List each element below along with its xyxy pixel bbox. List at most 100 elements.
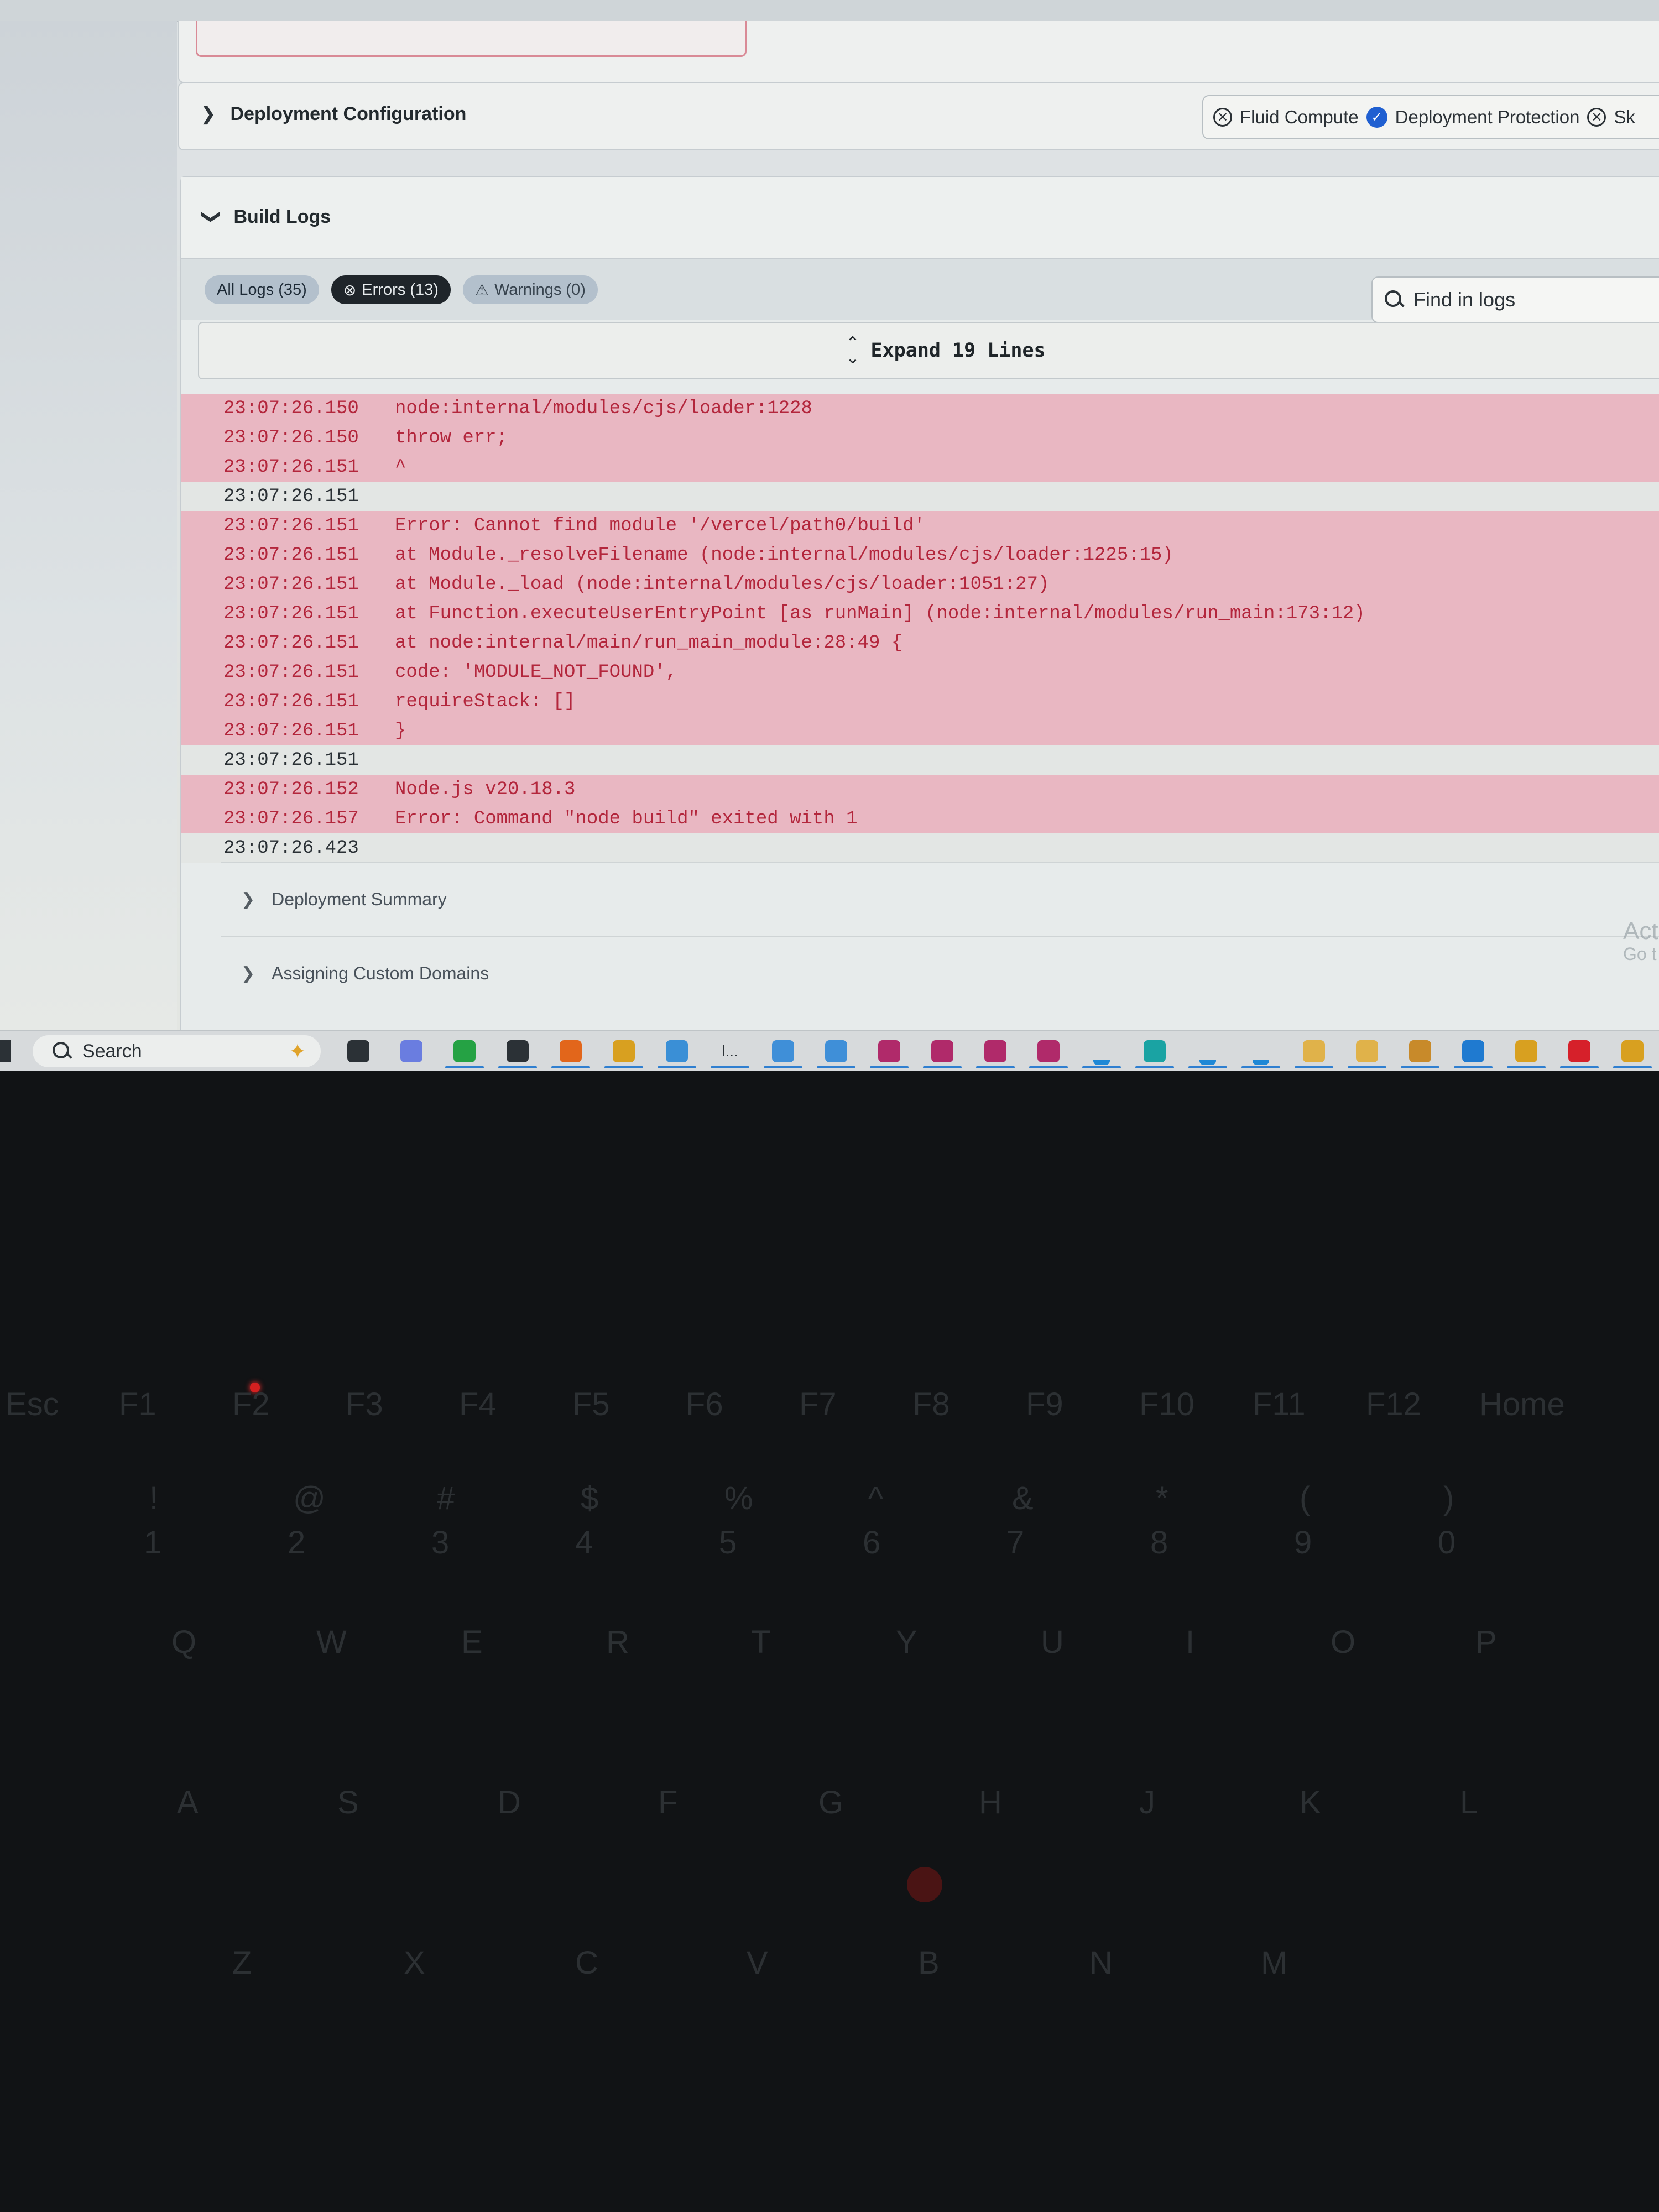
build-logs-title: Build Logs (233, 206, 331, 227)
log-timestamp: 23:07:26.151 (223, 544, 359, 566)
notepad-icon[interactable] (810, 1032, 863, 1071)
filter-errors-label: Errors (13) (362, 280, 439, 299)
chip-sk[interactable]: ✕ Sk (1587, 107, 1635, 128)
chrome-profile-icon[interactable] (650, 1032, 703, 1071)
key-k4: 5 (719, 1525, 737, 1561)
log-line: 23:07:26.151 (181, 745, 1659, 775)
chip-deployment-protection[interactable]: ✓ Deployment Protection (1366, 107, 1580, 128)
key-k1: X (404, 1945, 425, 1981)
key-k6: 7 (1006, 1525, 1025, 1561)
key-f12: F12 (1366, 1386, 1421, 1422)
assigning-custom-domains-title: Assigning Custom Domains (272, 963, 489, 983)
key-f11: F11 (1253, 1386, 1306, 1422)
chrome-icon[interactable] (597, 1032, 650, 1071)
log-message: throw err; (395, 427, 508, 448)
key-f10: F10 (1139, 1386, 1194, 1422)
key-k8: O (1331, 1624, 1356, 1660)
task-view-icon[interactable] (332, 1032, 385, 1071)
log-message: Node.js v20.18.3 (395, 779, 576, 800)
log-message: at node:internal/main/run_main_module:28… (395, 632, 903, 654)
key-k8: L (1460, 1785, 1478, 1820)
log-line: 23:07:26.151 at Module._resolveFilename (… (181, 540, 1659, 570)
log-timestamp: 23:07:26.151 (223, 456, 359, 478)
winrar-icon[interactable] (969, 1032, 1022, 1071)
whatsapp-icon[interactable] (438, 1032, 491, 1071)
notepad-icon[interactable] (757, 1032, 810, 1071)
key-k6: & (1012, 1480, 1034, 1516)
filter-all-logs[interactable]: All Logs (35) (205, 275, 319, 304)
warning-triangle-icon: ⚠ (474, 280, 489, 299)
windows-start-icon[interactable] (0, 1040, 11, 1062)
log-line: 23:07:26.151 at node:internal/main/run_ma… (181, 628, 1659, 658)
key-f4: F4 (459, 1386, 497, 1422)
vscode-icon[interactable] (1447, 1032, 1500, 1071)
key-f2: F2 (232, 1386, 270, 1422)
chip-label: Deployment Protection (1395, 107, 1580, 127)
download-icon[interactable] (1234, 1032, 1287, 1071)
key-k5: ^ (868, 1480, 884, 1516)
chip-label: Sk (1614, 107, 1635, 127)
key-f6: F6 (686, 1386, 723, 1422)
watermark-line-2: Go t (1623, 944, 1657, 964)
filter-errors[interactable]: ⊗ Errors (13) (331, 275, 451, 304)
box-icon[interactable] (1128, 1032, 1181, 1071)
chrome-icon[interactable] (1606, 1032, 1659, 1071)
key-k6: U (1041, 1624, 1064, 1660)
assigning-custom-domains-section[interactable]: ❯ Assigning Custom Domains (221, 936, 1659, 1010)
file-icon[interactable] (1340, 1032, 1394, 1071)
log-line: 23:07:26.151 code: 'MODULE_NOT_FOUND', (181, 658, 1659, 687)
key-k9: ) (1443, 1480, 1454, 1516)
log-line: 23:07:26.150 throw err; (181, 423, 1659, 452)
key-k7: * (1156, 1480, 1168, 1516)
log-timestamp: 23:07:26.151 (223, 749, 359, 771)
key-k0: 1 (144, 1525, 162, 1561)
expand-lines-button[interactable]: ⌃ ⌄ Expand 19 Lines (198, 322, 1659, 379)
x-circle-icon: ✕ (1213, 108, 1232, 127)
build-logs-header[interactable]: ❯ Build Logs (181, 177, 1659, 259)
key-k5: H (979, 1785, 1002, 1820)
find-in-logs-input[interactable]: Find in logs (1371, 276, 1659, 323)
deployment-configuration-section[interactable]: ❯ Deployment Configuration ✕ Fluid Compu… (178, 82, 1659, 150)
download-icon[interactable] (1075, 1032, 1128, 1071)
log-timestamp: 23:07:26.151 (223, 573, 359, 595)
chrome-icon[interactable] (1500, 1032, 1553, 1071)
chip-label: Fluid Compute (1240, 107, 1359, 127)
deployment-summary-section[interactable]: ❯ Deployment Summary (221, 862, 1659, 936)
key-k8: ( (1300, 1480, 1311, 1516)
log-timestamp: 23:07:26.151 (223, 515, 359, 536)
deployment-configuration-title: Deployment Configuration (230, 103, 467, 124)
key-k0: Q (171, 1624, 197, 1660)
filter-warnings[interactable]: ⚠ Warnings (0) (462, 275, 598, 304)
archive-icon[interactable] (1394, 1032, 1447, 1071)
file-icon[interactable] (1287, 1032, 1340, 1071)
browser-top-edge (0, 0, 1659, 22)
taskbar-search[interactable]: Search ✦ (32, 1035, 321, 1067)
winrar-icon[interactable] (863, 1032, 916, 1071)
key-k8: 9 (1294, 1525, 1312, 1561)
app-icon[interactable]: l... (703, 1032, 757, 1071)
log-message: at Module._resolveFilename (node:interna… (395, 544, 1173, 566)
previous-input-field[interactable] (196, 21, 747, 57)
download-icon[interactable] (1181, 1032, 1234, 1071)
laptop-keyboard: Esc F1 F2 F3 F4 F5 F6 F7 F8 F9 F10 F11 F12 Home ! @ # $%… (0, 1071, 1659, 2212)
filter-warnings-label: Warnings (0) (494, 280, 586, 299)
opera-icon[interactable] (1553, 1032, 1606, 1071)
chip-fluid-compute[interactable]: ✕ Fluid Compute (1213, 107, 1359, 128)
key-k6: M (1261, 1945, 1288, 1981)
key-k0: Z (232, 1945, 252, 1981)
key-k5: N (1089, 1945, 1113, 1981)
winrar-icon[interactable] (1022, 1032, 1075, 1071)
log-timestamp: 23:07:26.423 (223, 837, 359, 859)
key-esc: Esc (6, 1386, 59, 1422)
copilot-icon[interactable] (385, 1032, 438, 1071)
browser-screen: ❯ Deployment Configuration ✕ Fluid Compu… (0, 0, 1659, 1030)
deployment-configuration-header[interactable]: ❯ Deployment Configuration (200, 103, 466, 125)
key-k2: E (461, 1624, 483, 1660)
winrar-icon[interactable] (916, 1032, 969, 1071)
log-line: 23:07:26.151 Error: Cannot find module '/… (181, 511, 1659, 540)
log-message: requireStack: [] (395, 691, 576, 712)
terminal-icon[interactable] (491, 1032, 544, 1071)
firefox-icon[interactable] (544, 1032, 597, 1071)
key-f3: F3 (346, 1386, 383, 1422)
log-timestamp: 23:07:26.157 (223, 808, 359, 830)
